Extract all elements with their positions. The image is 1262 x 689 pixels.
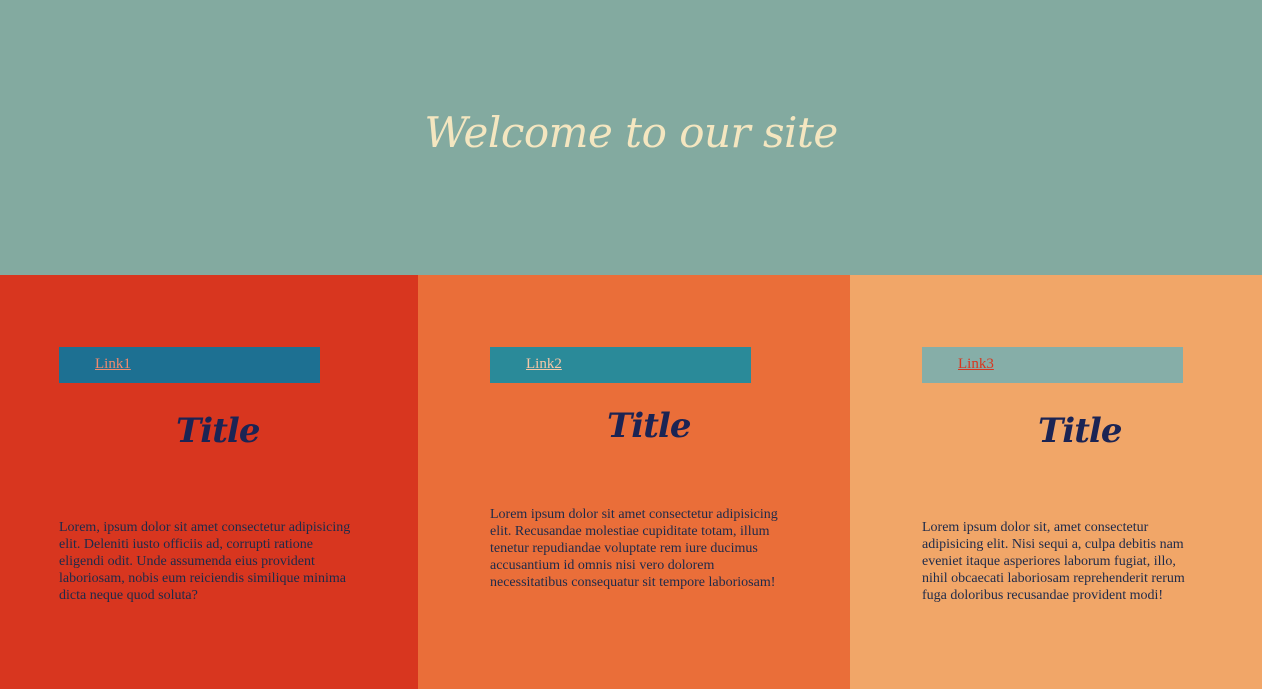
card-title-2: Title [607, 406, 691, 446]
hero-banner: Welcome to our site [0, 0, 1262, 275]
link-bar-2: Link2 [490, 347, 751, 383]
link-3[interactable]: Link3 [958, 356, 994, 373]
link-2[interactable]: Link2 [526, 356, 562, 373]
column-3: Link3 Title Lorem ipsum dolor sit, amet … [850, 275, 1262, 689]
column-1: Link1 Title Lorem, ipsum dolor sit amet … [0, 275, 418, 689]
column-2: Link2 Title Lorem ipsum dolor sit amet c… [418, 275, 850, 689]
link-1[interactable]: Link1 [95, 356, 131, 373]
card-title-3: Title [1038, 411, 1122, 451]
hero-title: Welcome to our site [424, 108, 838, 157]
card-body-2: Lorem ipsum dolor sit amet consectetur a… [490, 507, 778, 590]
card-title-1: Title [176, 411, 260, 451]
card-body-1: Lorem, ipsum dolor sit amet consectetur … [59, 520, 351, 603]
link-bar-3: Link3 [922, 347, 1183, 383]
card-body-3: Lorem ipsum dolor sit, amet consectetur … [922, 520, 1185, 603]
link-bar-1: Link1 [59, 347, 320, 383]
